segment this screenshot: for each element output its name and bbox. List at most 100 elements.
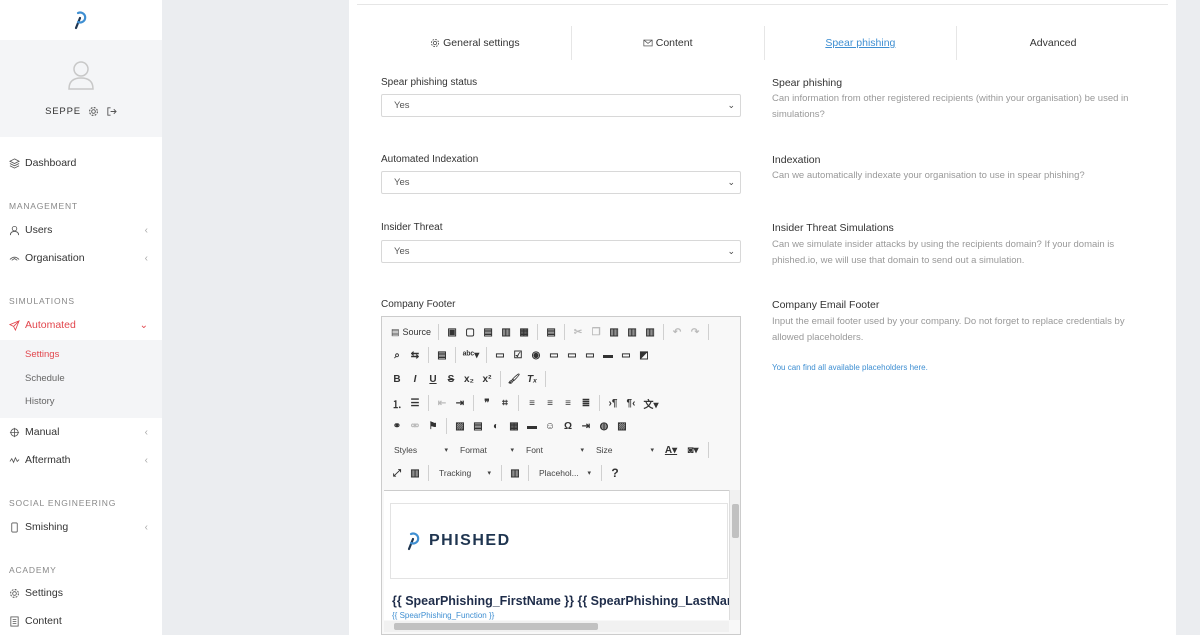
align-right-icon[interactable]: ≡ (559, 394, 577, 412)
app-logo[interactable] (0, 0, 162, 40)
text-color-icon[interactable]: A▾ (660, 441, 682, 459)
templates-icon[interactable]: ▤ (542, 323, 560, 341)
bold-icon[interactable]: B (388, 370, 406, 388)
link-icon[interactable]: ⚭ (388, 417, 406, 435)
superscript-icon[interactable]: x² (478, 370, 496, 388)
paste-text-icon[interactable]: ▥ (623, 323, 641, 341)
placeholders-dropdown[interactable]: Placehol... ▾ (533, 464, 597, 482)
undo-icon[interactable]: ↶ (668, 323, 686, 341)
bulleted-list-icon[interactable]: ☰ (406, 394, 424, 412)
indexation-select[interactable]: Yes ⌄ (381, 171, 741, 194)
paste-from-clipboard-icon[interactable]: ▥ (506, 464, 524, 482)
tab-advanced[interactable]: Advanced (957, 26, 1149, 60)
anchor-icon[interactable]: ⚑ (424, 417, 442, 435)
insert-image-icon[interactable]: ▨ (613, 417, 631, 435)
hidden-field-icon[interactable]: ◩ (635, 346, 653, 364)
find-icon[interactable]: ⌕ (388, 346, 406, 364)
new-page-icon[interactable]: ▢ (461, 323, 479, 341)
select-all-icon[interactable]: ▤ (433, 346, 451, 364)
placeholders-link[interactable]: You can find all available placeholders … (772, 363, 928, 372)
form-icon[interactable]: ▭ (491, 346, 509, 364)
spellcheck-icon[interactable]: ᵃᵇᶜ▾ (460, 346, 482, 364)
save-icon[interactable]: ▣ (443, 323, 461, 341)
insider-threat-select[interactable]: Yes ⌄ (381, 240, 741, 263)
sidebar-item-manual[interactable]: Manual ‹ (0, 418, 162, 446)
copy-format-icon[interactable]: 🖌 (505, 370, 523, 388)
font-dropdown[interactable]: Font ▾ (520, 441, 590, 459)
paste-icon[interactable]: ▥ (605, 323, 623, 341)
sidebar-item-automated[interactable]: Automated ⌄ (0, 311, 162, 339)
image-icon[interactable]: ▨ (451, 417, 469, 435)
indent-icon[interactable]: ⇥ (451, 394, 469, 412)
table-icon[interactable]: ▦ (505, 417, 523, 435)
unlink-icon[interactable]: ⚮ (406, 417, 424, 435)
sidebar-item-users[interactable]: Users ‹ (0, 216, 162, 244)
sidebar-item-smishing[interactable]: Smishing ‹ (0, 513, 162, 541)
iframe-icon[interactable]: ◍ (595, 417, 613, 435)
textarea-icon[interactable]: ▭ (563, 346, 581, 364)
replace-icon[interactable]: ⇆ (406, 346, 424, 364)
outdent-icon[interactable]: ⇤ (433, 394, 451, 412)
logout-icon[interactable] (106, 106, 117, 117)
gear-icon[interactable] (88, 106, 99, 117)
sidebar-item-organisation[interactable]: Organisation ‹ (0, 244, 162, 272)
align-left-icon[interactable]: ≡ (523, 394, 541, 412)
tab-spear-phishing[interactable]: Spear phishing (765, 26, 958, 60)
text-direction-ltr-icon[interactable]: ›¶ (604, 394, 622, 412)
sidebar-subitem-history[interactable]: History (25, 396, 55, 407)
sidebar-item-academy-content[interactable]: Content (0, 607, 162, 635)
background-color-icon[interactable]: ◙▾ (682, 441, 704, 459)
format-dropdown[interactable]: Format ▾ (454, 441, 520, 459)
preview-icon[interactable]: ▥ (497, 323, 515, 341)
styles-dropdown[interactable]: Styles ▾ (388, 441, 454, 459)
spear-status-select[interactable]: Yes ⌄ (381, 94, 741, 117)
align-center-icon[interactable]: ≡ (541, 394, 559, 412)
tab-content[interactable]: Content (572, 26, 765, 60)
tab-general-settings[interactable]: General settings (379, 26, 572, 60)
tracking-dropdown[interactable]: Tracking ▾ (433, 464, 497, 482)
page-break-icon[interactable]: ⇥ (577, 417, 595, 435)
checkbox-icon[interactable]: ☑ (509, 346, 527, 364)
horizontal-scrollbar[interactable] (384, 621, 729, 632)
flash-player-icon[interactable]: ◐ (487, 417, 505, 435)
export-pdf-icon[interactable]: ▤ (479, 323, 497, 341)
sidebar-item-aftermath[interactable]: Aftermath ‹ (0, 446, 162, 474)
maximize-icon[interactable]: ⤢ (388, 464, 406, 482)
strikethrough-icon[interactable]: S (442, 370, 460, 388)
sidebar-item-dashboard[interactable]: Dashboard (0, 149, 162, 177)
language-icon[interactable]: 文▾ (640, 394, 662, 412)
paste-word-icon[interactable]: ▥ (641, 323, 659, 341)
button-field-icon[interactable]: ▬ (599, 346, 617, 364)
show-blocks-icon[interactable]: ▥ (406, 464, 424, 482)
text-direction-rtl-icon[interactable]: ¶‹ (622, 394, 640, 412)
subscript-icon[interactable]: x₂ (460, 370, 478, 388)
select-field-icon[interactable]: ▭ (581, 346, 599, 364)
remove-format-icon[interactable]: Tₓ (523, 370, 541, 388)
cut-icon[interactable]: ✂ (569, 323, 587, 341)
sidebar-item-academy-settings[interactable]: Settings (0, 579, 162, 607)
underline-icon[interactable]: U (424, 370, 442, 388)
copy-icon[interactable]: ❐ (587, 323, 605, 341)
sidebar-subitem-settings[interactable]: Settings (25, 349, 59, 360)
blockquote-icon[interactable]: ❞ (478, 394, 496, 412)
scrollbar-thumb[interactable] (732, 504, 739, 538)
scrollbar-thumb[interactable] (394, 623, 598, 630)
flash-icon[interactable]: ▤ (469, 417, 487, 435)
div-container-icon[interactable]: ⌗ (496, 394, 514, 412)
image-button-icon[interactable]: ▭ (617, 346, 635, 364)
special-char-icon[interactable]: Ω (559, 417, 577, 435)
numbered-list-icon[interactable]: ⒈ (388, 394, 406, 412)
source-button[interactable]: ▤ Source (388, 323, 434, 341)
smiley-icon[interactable]: ☺ (541, 417, 559, 435)
editor-content-area[interactable]: PHISHED {{ SpearPhishing_FirstName }} {{… (384, 490, 729, 620)
radio-icon[interactable]: ◉ (527, 346, 545, 364)
vertical-scrollbar[interactable] (729, 490, 740, 620)
help-icon[interactable]: ? (606, 464, 624, 482)
justify-icon[interactable]: ≣ (577, 394, 595, 412)
sidebar-subitem-schedule[interactable]: Schedule (25, 373, 65, 384)
textfield-icon[interactable]: ▭ (545, 346, 563, 364)
print-icon[interactable]: ▦ (515, 323, 533, 341)
size-dropdown[interactable]: Size ▾ (590, 441, 660, 459)
horizontal-line-icon[interactable]: ▬ (523, 417, 541, 435)
redo-icon[interactable]: ↷ (686, 323, 704, 341)
